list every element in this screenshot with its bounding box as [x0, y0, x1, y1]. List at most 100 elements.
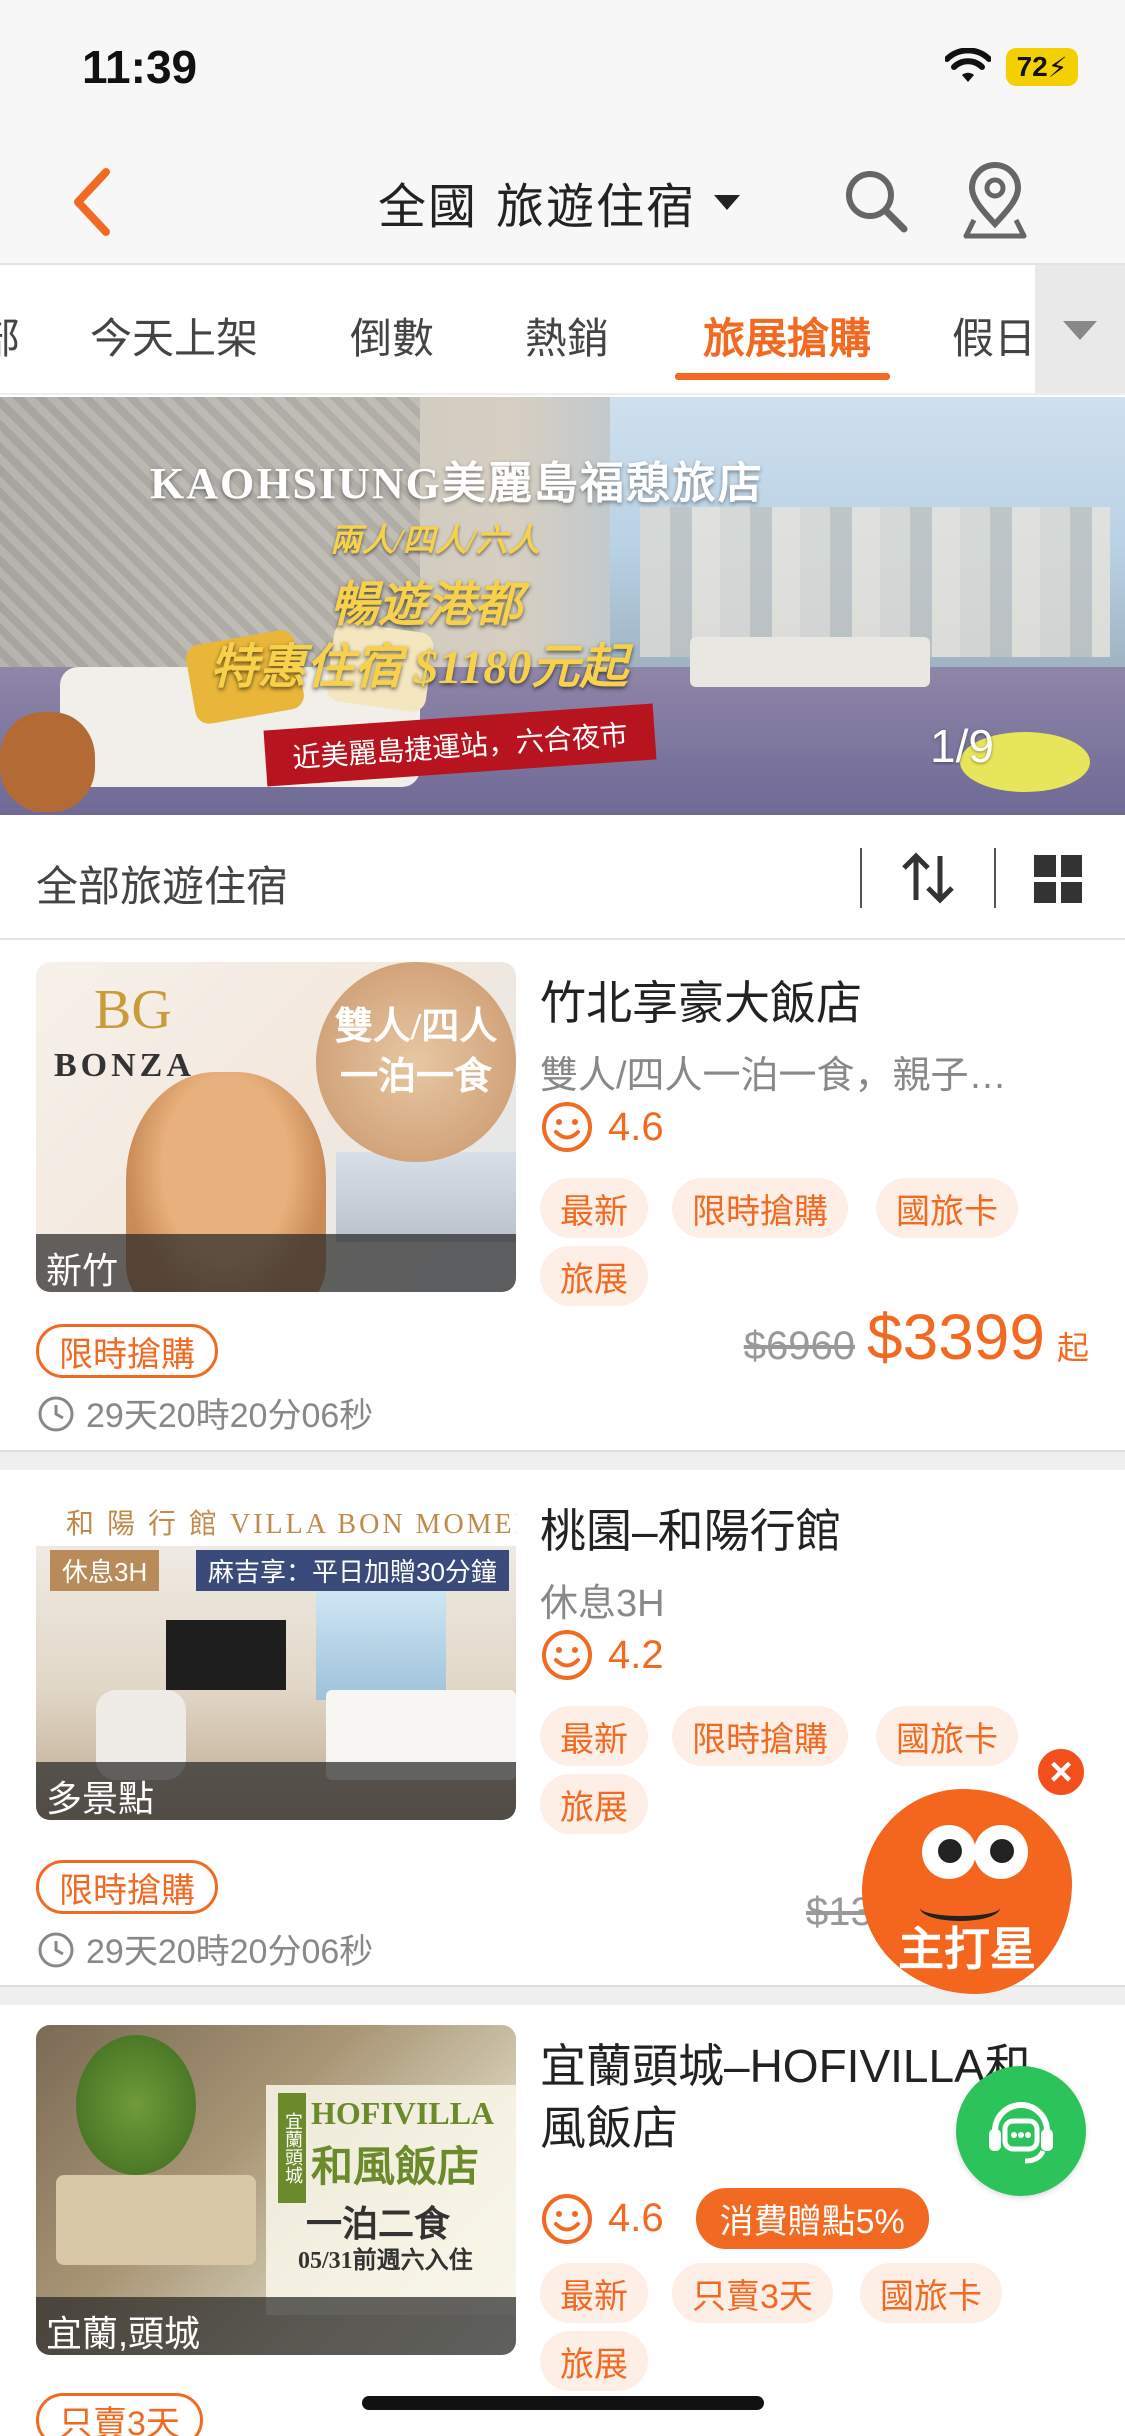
tv-photo [166, 1620, 286, 1690]
charging-bolt-icon: ⚡ [1047, 51, 1068, 83]
points-badge: 消費贈點5% [695, 2188, 929, 2249]
rating-value: 4.2 [608, 1632, 664, 1677]
image-date: 05/31前週六入住 [298, 2248, 473, 2274]
grid-view-icon[interactable] [1034, 855, 1082, 903]
status-bar: 11:39 72 ⚡ [0, 0, 1125, 140]
filter-label[interactable]: 全部旅遊住宿 [36, 853, 288, 914]
status-time: 11:39 [82, 41, 198, 93]
countdown: 29天20時20分06秒 [36, 1924, 373, 1973]
category-label: 旅遊住宿 [496, 181, 697, 234]
countdown-text: 29天20時20分06秒 [86, 1397, 374, 1435]
chevron-down-icon [714, 194, 741, 210]
listing-card[interactable]: 宜蘭頭城 HOFIVILLA 和風飯店 一泊二食 05/31前週六入住 宜蘭,頭… [0, 2005, 1125, 2436]
banner-table [690, 637, 930, 687]
countdown-text: 29天20時20分06秒 [86, 1933, 374, 1971]
listing-rating: 4.6 [540, 1100, 664, 1154]
smiley-icon [542, 1630, 592, 1680]
tab-partial[interactable]: 部 [0, 305, 20, 366]
tag: 只賣3天 [672, 2263, 833, 2323]
tab-travel-expo[interactable]: 旅展搶購 [703, 305, 871, 366]
tab-countdown[interactable]: 倒數 [350, 305, 434, 366]
battery-level: 72 [1016, 51, 1048, 82]
tag: 國旅卡 [860, 2263, 1002, 2323]
tag: 旅展 [540, 1246, 648, 1306]
image-offer-circle: 雙人/四人一泊一食 [316, 962, 516, 1162]
bed-photo [56, 2175, 256, 2265]
sale-price: $3399 [867, 1301, 1045, 1373]
tab-holiday[interactable]: 假日 [952, 305, 1036, 366]
filter-bar: 全部旅遊住宿 [0, 815, 1125, 940]
listing-card[interactable]: BG BONZA 雙人/四人一泊一食 新竹 竹北享豪大飯店 雙人/四人一泊一食，… [0, 942, 1125, 1450]
search-icon[interactable] [840, 165, 910, 235]
tab-today[interactable]: 今天上架 [90, 305, 258, 366]
banner-page-counter: 1/9 [930, 720, 994, 772]
mascot-eye [922, 1825, 976, 1879]
listing-location: 新竹 [36, 1234, 516, 1292]
rating-value: 4.6 [608, 2196, 664, 2240]
sort-icon[interactable] [898, 848, 958, 908]
tabs-expand-button[interactable] [1035, 265, 1125, 393]
listing-image: 和 陽 行 館 VILLA BON MOMENT 休息3H 麻吉享：平日加贈30… [36, 1490, 516, 1820]
tag: 限時搶購 [672, 1178, 848, 1238]
listing-desc: 休息3H [540, 1583, 665, 1625]
price-block: $6960 $3399 起 [744, 1300, 1089, 1374]
customer-service-button[interactable] [956, 2066, 1086, 2196]
listing-desc: 雙人/四人一泊一食，親子… [540, 1055, 1007, 1097]
image-vertical-label: 宜蘭頭城 [278, 2093, 306, 2203]
featured-star-widget[interactable]: 主打星 × [862, 1745, 1088, 1995]
banner-line1: 兩人/四人/六人 [330, 522, 540, 558]
listing-title[interactable]: 竹北享豪大飯店 [540, 972, 1100, 1034]
card-divider [0, 1450, 1125, 1470]
battery-indicator: 72 ⚡ [1006, 48, 1078, 86]
app-header: 全國 旅遊住宿 [0, 140, 1125, 265]
room-photo [336, 1152, 516, 1242]
tag: 最新 [540, 2263, 648, 2323]
banner-line3: 特惠住宿 $1180元起 [210, 641, 628, 694]
listing-image: BG BONZA 雙人/四人一泊一食 新竹 [36, 962, 516, 1292]
banner-city [640, 507, 1110, 657]
region-category-selector[interactable]: 全國 旅遊住宿 [378, 162, 741, 242]
chevron-down-icon [1063, 320, 1097, 340]
flash-sale-badge: 限時搶購 [36, 1860, 218, 1914]
map-pin-icon[interactable] [960, 162, 1030, 242]
wifi-icon [945, 48, 991, 82]
active-tab-indicator [675, 373, 890, 380]
clock-icon [38, 1932, 74, 1967]
tag: 限時搶購 [672, 1706, 848, 1766]
flash-sale-badge: 只賣3天 [36, 2393, 203, 2436]
banner-line2: 暢遊港都 [330, 579, 523, 632]
back-arrow-icon[interactable] [62, 162, 132, 242]
promo-banner[interactable]: KAOHSIUNG美麗島福憩旅店 兩人/四人/六人 暢遊港都 特惠住宿 $118… [0, 397, 1125, 815]
hotel-brand: BONZA [54, 1047, 195, 1084]
listing-rating: 4.6 消費贈點5% [540, 2188, 929, 2249]
tag: 最新 [540, 1706, 648, 1766]
close-icon[interactable]: × [1034, 1745, 1088, 1799]
smiley-icon [542, 2193, 592, 2244]
category-tabs: 部 今天上架 倒數 熱銷 旅展搶購 假日 [0, 265, 1125, 395]
countdown: 29天20時20分06秒 [36, 1388, 373, 1437]
banner-brand: KAOHSIUNG美麗島福憩旅店 [150, 459, 764, 508]
clock-icon [38, 1396, 74, 1431]
divider [994, 848, 996, 908]
price-unit: 起 [1056, 1330, 1089, 1366]
hotel-logo: BG [94, 979, 172, 1041]
tag: 最新 [540, 1178, 648, 1238]
image-badge: 休息3H [50, 1550, 160, 1591]
listing-image: 宜蘭頭城 HOFIVILLA 和風飯店 一泊二食 05/31前週六入住 宜蘭,頭… [36, 2025, 516, 2355]
listing-title[interactable]: 桃園–和陽行館 [540, 1500, 1100, 1562]
tag: 旅展 [540, 1774, 648, 1834]
listing-rating: 4.2 [540, 1628, 664, 1682]
headset-chat-icon [989, 2102, 1053, 2164]
tag: 旅展 [540, 2331, 648, 2391]
image-brand-sub: 和風飯店 [311, 2145, 480, 2191]
tag: 國旅卡 [876, 1178, 1018, 1238]
plant-photo [76, 2035, 196, 2175]
divider [860, 848, 862, 908]
mascot-eye [974, 1825, 1028, 1879]
home-indicator [362, 2396, 764, 2410]
tab-hot[interactable]: 熱銷 [525, 305, 609, 366]
image-header: 和 陽 行 館 VILLA BON MOMENT [36, 1490, 516, 1546]
listing-location: 多景點 [36, 1762, 516, 1820]
featured-star-label: 主打星 [898, 1923, 1036, 1975]
banner-teddy-bear [0, 712, 95, 812]
